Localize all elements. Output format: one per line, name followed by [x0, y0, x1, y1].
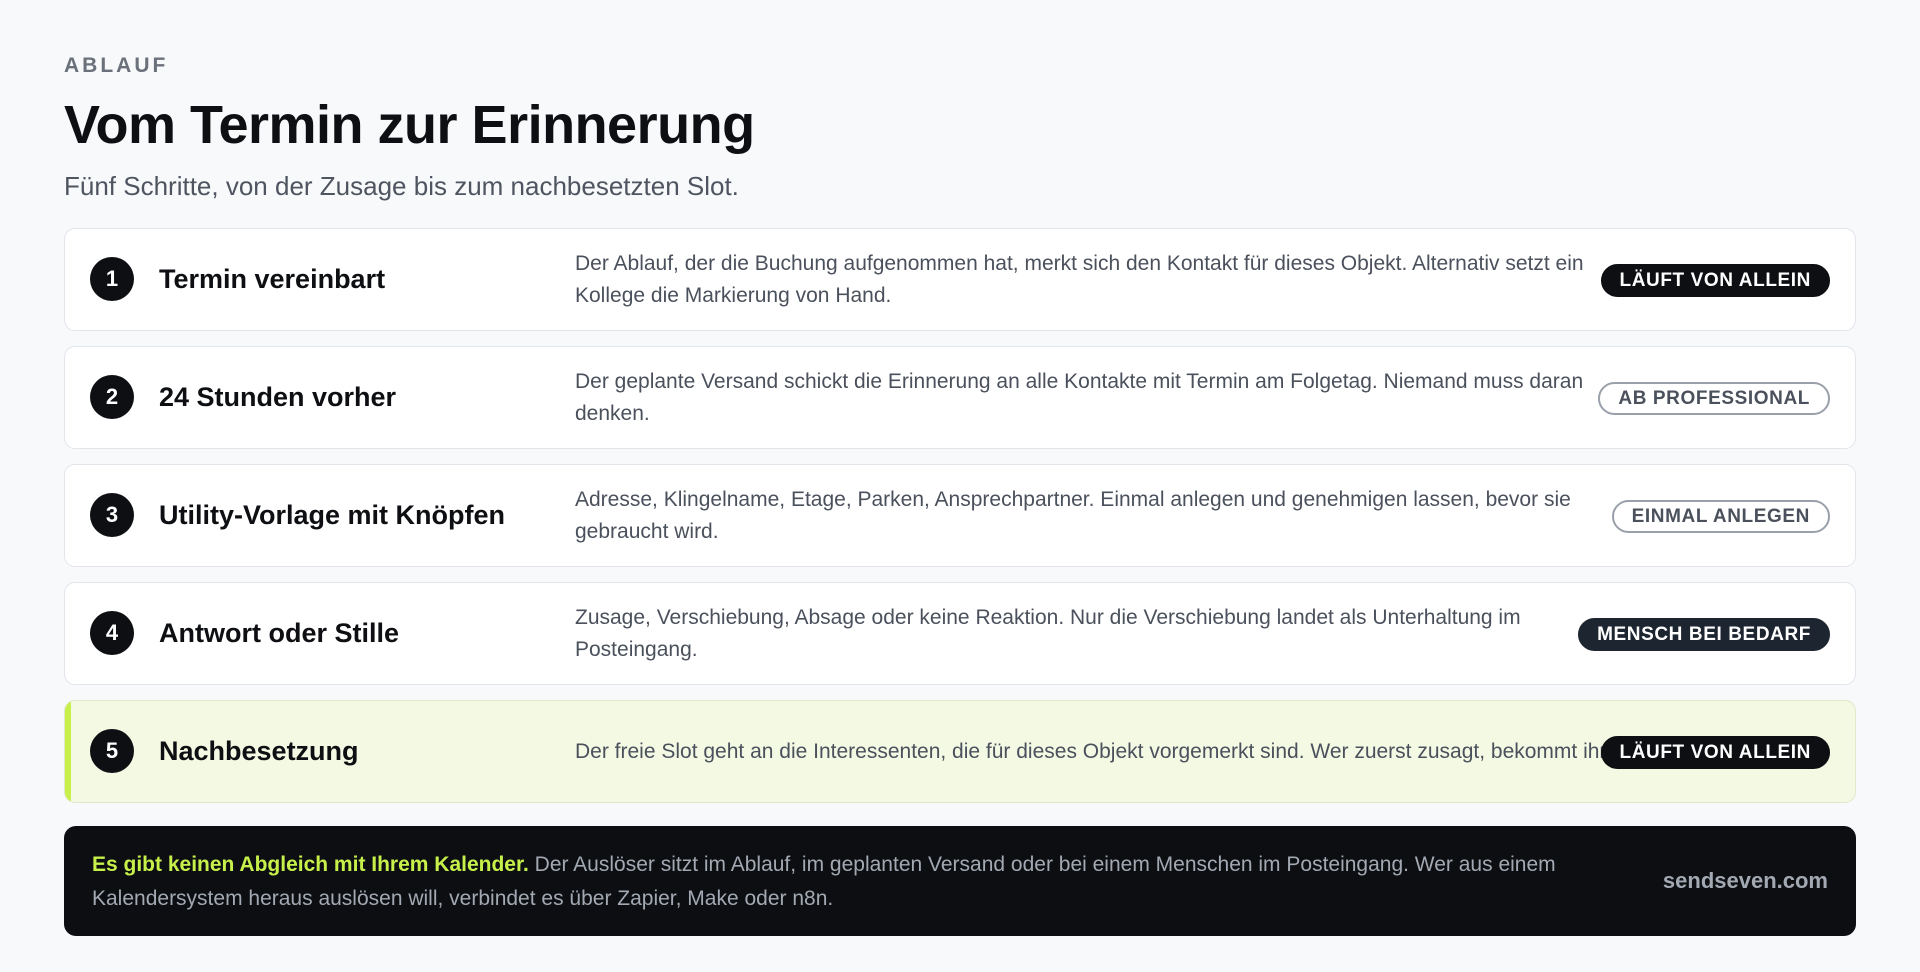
- brand-domain: sendseven.com: [1662, 868, 1828, 893]
- step-description: Adresse, Klingelname, Etage, Parken, Ans…: [575, 487, 1571, 543]
- highlight-accent-bar: [65, 701, 71, 802]
- step-status-badge: AB PROFESSIONAL: [1598, 382, 1830, 415]
- step-number: 1: [90, 257, 134, 301]
- step-description: Zusage, Verschiebung, Absage oder keine …: [575, 605, 1521, 661]
- step-card-3: 3 Utility-Vorlage mit Knöpfen Adresse, K…: [64, 464, 1856, 567]
- section-eyebrow: ABLAUF: [64, 54, 169, 77]
- step-title: Antwort oder Stille: [159, 618, 400, 648]
- callout-text: Es gibt keinen Abgleich mit Ihrem Kalend…: [92, 848, 1572, 916]
- step-card-4: 4 Antwort oder Stille Zusage, Verschiebu…: [64, 582, 1856, 685]
- page-title: Vom Termin zur Erinnerung: [64, 95, 755, 155]
- page-subtitle: Fünf Schritte, von der Zusage bis zum na…: [64, 171, 739, 201]
- callout-emphasis: Es gibt keinen Abgleich mit Ihrem Kalend…: [92, 853, 529, 876]
- step-description: Der Ablauf, der die Buchung aufgenommen …: [575, 251, 1584, 307]
- step-title: Nachbesetzung: [159, 736, 359, 766]
- step-status-badge: EINMAL ANLEGEN: [1611, 500, 1830, 533]
- steps-list: 1 Termin vereinbart Der Ablauf, der die …: [64, 228, 1856, 818]
- step-description: Der freie Slot geht an die Interessenten…: [575, 739, 1617, 763]
- step-status-badge: MENSCH BEI BEDARF: [1578, 618, 1830, 651]
- step-title: Utility-Vorlage mit Knöpfen: [159, 500, 506, 530]
- step-number: 2: [90, 375, 134, 419]
- step-number: 3: [90, 493, 134, 537]
- step-status-badge: LÄUFT VON ALLEIN: [1600, 736, 1830, 769]
- step-number: 5: [90, 729, 134, 773]
- step-card-2: 2 24 Stunden vorher Der geplante Versand…: [64, 346, 1856, 449]
- step-description: Der geplante Versand schickt die Erinner…: [575, 369, 1584, 425]
- step-status-badge: LÄUFT VON ALLEIN: [1600, 264, 1830, 297]
- step-title: 24 Stunden vorher: [159, 382, 397, 412]
- step-card-1: 1 Termin vereinbart Der Ablauf, der die …: [64, 228, 1856, 331]
- step-card-5: 5 Nachbesetzung Der freie Slot geht an d…: [64, 700, 1856, 803]
- info-callout: Es gibt keinen Abgleich mit Ihrem Kalend…: [64, 826, 1856, 936]
- step-title: Termin vereinbart: [159, 264, 386, 294]
- step-number: 4: [90, 611, 134, 655]
